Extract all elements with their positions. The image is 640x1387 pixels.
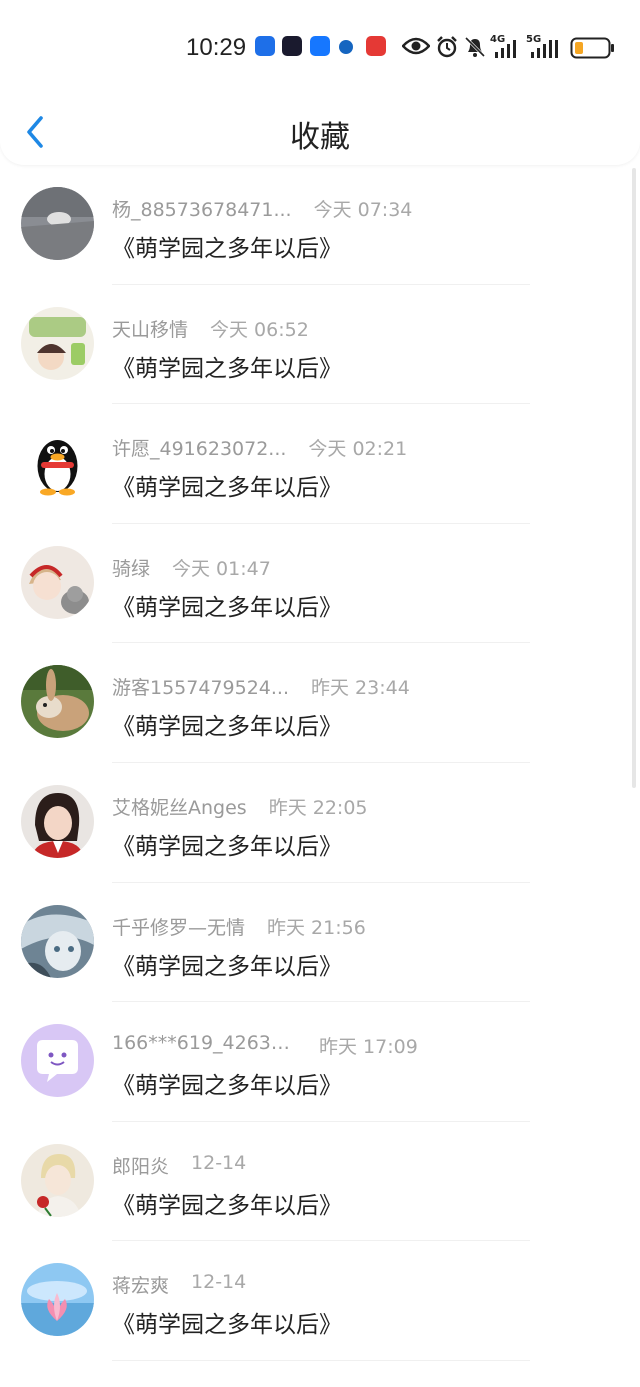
- list-item[interactable]: 郎阳炎 12-14 《萌学园之多年以后》: [0, 1122, 640, 1242]
- mute-bell-icon: [464, 36, 486, 58]
- user-name[interactable]: 166***619_42633...: [112, 1032, 297, 1054]
- book-title[interactable]: 《萌学园之多年以后》: [112, 827, 342, 861]
- list-item[interactable]: 艾格妮丝Anges 昨天 22:05 《萌学园之多年以后》: [0, 763, 640, 883]
- timestamp: 12-14: [191, 1271, 247, 1294]
- user-name[interactable]: 杨_88573678471...: [112, 195, 292, 222]
- book-title[interactable]: 《萌学园之多年以后》: [112, 1066, 342, 1100]
- alarm-icon: [437, 36, 457, 58]
- scrollbar[interactable]: [632, 168, 636, 788]
- avatar[interactable]: [21, 1263, 94, 1337]
- book-title[interactable]: 《萌学园之多年以后》: [112, 1186, 342, 1220]
- avatar[interactable]: [21, 426, 94, 500]
- timestamp: 12-14: [191, 1151, 247, 1174]
- app-notification-icon: [282, 36, 302, 56]
- battery-icon: [570, 37, 614, 59]
- book-title[interactable]: 《萌学园之多年以后》: [112, 229, 342, 263]
- list-item[interactable]: 166***619_42633... 昨天 17:09 《萌学园之多年以后》: [0, 1002, 640, 1122]
- favorites-list: 杨_88573678471... 今天 07:34 《萌学园之多年以后》 天山移情…: [0, 165, 640, 1361]
- timestamp: 今天 02:21: [308, 438, 408, 461]
- list-item[interactable]: 许愿_491623072... 今天 02:21 《萌学园之多年以后》: [0, 404, 640, 524]
- status-bar: 10:29 4G 5G: [0, 28, 640, 68]
- list-item[interactable]: 千乎修罗—无情 昨天 21:56 《萌学园之多年以后》: [0, 883, 640, 1003]
- signal-icon: [531, 40, 558, 58]
- app-notification-icon: [255, 36, 275, 56]
- user-name[interactable]: 千乎修罗—无情: [112, 913, 245, 940]
- avatar[interactable]: [21, 665, 94, 739]
- user-name[interactable]: 蒋宏爽: [112, 1271, 169, 1298]
- timestamp: 昨天 17:09: [319, 1036, 418, 1059]
- timestamp: 今天 01:47: [172, 557, 271, 580]
- avatar[interactable]: [21, 545, 94, 619]
- timestamp: 昨天 23:44: [311, 677, 410, 700]
- timestamp: 昨天 21:56: [267, 916, 366, 939]
- book-title[interactable]: 《萌学园之多年以后》: [112, 707, 342, 741]
- status-time: 10:29: [186, 34, 247, 61]
- user-name[interactable]: 天山移情: [112, 315, 188, 342]
- book-title[interactable]: 《萌学园之多年以后》: [112, 468, 342, 502]
- book-title[interactable]: 《萌学园之多年以后》: [112, 588, 342, 622]
- book-title[interactable]: 《萌学园之多年以后》: [112, 947, 342, 981]
- avatar[interactable]: [21, 904, 94, 978]
- list-item[interactable]: 骑绿 今天 01:47 《萌学园之多年以后》: [0, 524, 640, 644]
- list-item[interactable]: 蒋宏爽 12-14 《萌学园之多年以后》: [0, 1241, 640, 1361]
- list-item[interactable]: 天山移情 今天 06:52 《萌学园之多年以后》: [0, 285, 640, 405]
- user-name[interactable]: 许愿_491623072...: [112, 434, 286, 461]
- timestamp: 今天 06:52: [210, 318, 309, 341]
- signal-icon: [495, 40, 516, 58]
- avatar[interactable]: [21, 1143, 94, 1217]
- divider: [112, 1359, 530, 1361]
- avatar[interactable]: [21, 1024, 94, 1098]
- alipay-icon: [310, 36, 330, 56]
- app-notification-icon: [339, 40, 353, 54]
- eye-icon: [402, 37, 430, 55]
- book-title[interactable]: 《萌学园之多年以后》: [112, 1305, 342, 1339]
- avatar[interactable]: [21, 187, 94, 260]
- user-name[interactable]: 郎阳炎: [112, 1152, 169, 1179]
- list-item[interactable]: 杨_88573678471... 今天 07:34 《萌学园之多年以后》: [0, 165, 640, 285]
- timestamp: 昨天 22:05: [268, 796, 368, 819]
- avatar[interactable]: [21, 306, 94, 380]
- list-item[interactable]: 游客1557479524... 昨天 23:44 《萌学园之多年以后》: [0, 643, 640, 763]
- avatar[interactable]: [21, 784, 94, 858]
- page-title: 收藏: [290, 120, 350, 155]
- app-notification-icon: [366, 36, 386, 56]
- timestamp: 今天 07:34: [313, 199, 413, 221]
- book-title[interactable]: 《萌学园之多年以后》: [112, 349, 342, 383]
- user-name[interactable]: 艾格妮丝Anges: [112, 793, 247, 820]
- top-bar: 10:29 4G 5G 收藏: [0, 0, 640, 165]
- user-name[interactable]: 游客1557479524...: [112, 673, 289, 700]
- user-name[interactable]: 骑绿: [112, 554, 150, 581]
